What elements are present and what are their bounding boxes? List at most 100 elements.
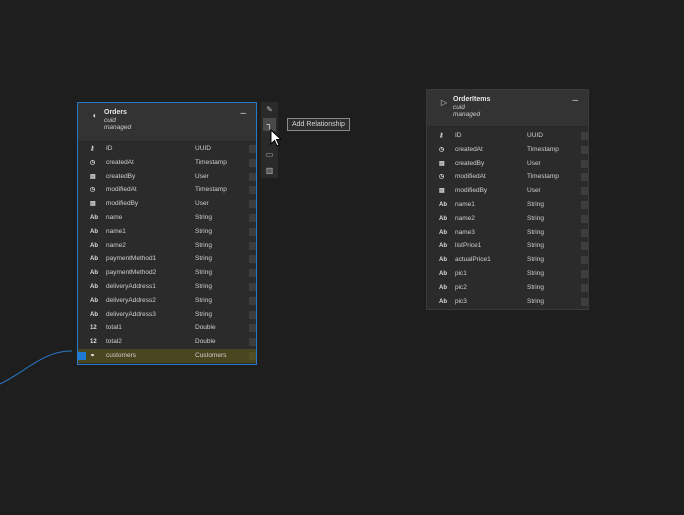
property-type: String: [527, 214, 544, 222]
connection-handle[interactable]: [249, 338, 256, 347]
user-icon: ▤: [439, 188, 445, 195]
property-type: Timestamp: [195, 186, 227, 194]
property-name: modifiedAt: [106, 186, 137, 194]
property-type: String: [527, 283, 544, 291]
property-row-id[interactable]: ⚷ ID UUID: [427, 129, 588, 143]
property-row-paymentmethod2[interactable]: Ab paymentMethod2 String: [78, 266, 256, 280]
connection-handle[interactable]: [581, 228, 588, 237]
connection-handle[interactable]: [249, 324, 256, 333]
connection-handle[interactable]: [249, 227, 256, 236]
connection-handle[interactable]: [581, 132, 588, 140]
property-row-name1[interactable]: Ab name1 String: [78, 225, 256, 239]
property-name: modifiedBy: [455, 187, 488, 195]
orders-entity-header[interactable]: ◐ Orders cuid managed –: [78, 103, 256, 142]
connection-handle[interactable]: [249, 172, 256, 181]
property-row-modifiedat[interactable]: ◷ modifiedAt Timestamp: [427, 170, 588, 184]
property-row-pic3[interactable]: Ab pic3 String: [427, 295, 588, 309]
connection-handle[interactable]: [581, 214, 588, 223]
property-type: User: [195, 172, 209, 180]
connection-handle[interactable]: [249, 269, 256, 278]
string-icon: Ab: [439, 215, 447, 222]
link-icon: ⚭: [90, 353, 96, 359]
property-row-listprice1[interactable]: Ab listPrice1 String: [427, 239, 588, 253]
property-row-createdby[interactable]: ▤ createdBy User: [427, 157, 588, 171]
connection-handle[interactable]: [249, 352, 256, 360]
string-icon: Ab: [90, 256, 98, 263]
connection-handle[interactable]: [249, 186, 256, 195]
connection-handle[interactable]: [249, 283, 256, 291]
edit-icon[interactable]: ✎: [263, 103, 276, 116]
property-row-modifiedby[interactable]: ▤ modifiedBy User: [78, 197, 256, 211]
property-type: String: [527, 242, 544, 250]
property-name: ID: [455, 132, 462, 139]
property-row-modifiedby[interactable]: ▤ modifiedBy User: [427, 184, 588, 198]
connection-handle[interactable]: [581, 187, 588, 196]
property-row-pic2[interactable]: Ab pic2 String: [427, 281, 588, 295]
connection-handle[interactable]: [581, 297, 588, 306]
property-name: actualPrice1: [455, 256, 491, 264]
connection-handle[interactable]: [581, 270, 588, 278]
property-row-total2[interactable]: 12 total2 Double: [78, 335, 256, 349]
property-row-pic1[interactable]: Ab pic1 String: [427, 267, 588, 281]
camera-icon[interactable]: ▭: [263, 148, 276, 161]
orders-entity[interactable]: ◐ Orders cuid managed – ⚷ ID UUID ◷ createdA…: [77, 102, 257, 365]
connection-handle[interactable]: [249, 255, 256, 264]
property-row-total1[interactable]: 12 total1 Double: [78, 321, 256, 335]
connection-handle[interactable]: [581, 256, 588, 265]
connection-handle[interactable]: [249, 310, 256, 319]
minimize-icon[interactable]: –: [572, 95, 578, 106]
property-row-createdby[interactable]: ▤ createdBy User: [78, 170, 256, 184]
orderitems-entity[interactable]: ▷ OrderItems cuid managed – ⚷ ID UUID ◷ crea…: [426, 89, 589, 310]
property-name: createdAt: [455, 145, 483, 153]
connection-handle[interactable]: [249, 214, 256, 222]
property-type: String: [527, 297, 544, 305]
delete-icon[interactable]: ▥: [263, 164, 276, 177]
property-name: pic3: [455, 297, 467, 305]
connection-handle[interactable]: [249, 241, 256, 250]
entity-title: OrderItems: [453, 96, 491, 103]
orderitems-entity-header[interactable]: ▷ OrderItems cuid managed –: [427, 90, 588, 127]
connection-handle[interactable]: [249, 296, 256, 305]
property-row-createdat[interactable]: ◷ createdAt Timestamp: [78, 156, 256, 170]
property-row-createdat[interactable]: ◷ createdAt Timestamp: [427, 143, 588, 157]
property-type: UUID: [527, 132, 543, 139]
connection-handle[interactable]: [581, 283, 588, 292]
property-row-name3[interactable]: Ab name3 String: [427, 226, 588, 240]
property-name: createdAt: [106, 158, 134, 166]
property-row-paymentmethod1[interactable]: Ab paymentMethod1 String: [78, 252, 256, 266]
minimize-icon[interactable]: –: [240, 108, 246, 119]
property-type: String: [195, 241, 212, 249]
connection-handle[interactable]: [581, 145, 588, 154]
connection-handle[interactable]: [581, 242, 588, 251]
property-name: name: [106, 214, 123, 221]
connection-handle[interactable]: [581, 159, 588, 168]
connection-handle[interactable]: [581, 201, 588, 209]
property-row-actualprice1[interactable]: Ab actualPrice1 String: [427, 253, 588, 267]
property-row-name2[interactable]: Ab name2 String: [427, 212, 588, 226]
property-row-deliveryaddress2[interactable]: Ab deliveryAddress2 String: [78, 294, 256, 308]
key-icon: ⚷: [439, 133, 444, 139]
property-type: Double: [195, 324, 216, 332]
property-name: createdBy: [455, 159, 485, 167]
property-row-name1[interactable]: Ab name1 String: [427, 198, 588, 212]
property-row-name2[interactable]: Ab name2 String: [78, 239, 256, 253]
property-row-deliveryaddress1[interactable]: Ab deliveryAddress1 String: [78, 280, 256, 294]
add-relationship-tooltip: Add Relationship: [287, 118, 350, 131]
number-icon: 12: [90, 339, 97, 346]
property-type: User: [195, 200, 209, 208]
string-icon: Ab: [90, 242, 98, 249]
connection-handle[interactable]: [249, 145, 256, 153]
property-type: String: [527, 270, 544, 277]
property-row-deliveryaddress3[interactable]: Ab deliveryAddress3 String: [78, 308, 256, 322]
user-icon: ▤: [439, 160, 445, 167]
property-type: Timestamp: [195, 158, 227, 166]
entity-aspect-cuid: cuid: [104, 117, 116, 124]
property-row-id[interactable]: ⚷ ID UUID: [78, 142, 256, 156]
connection-handle[interactable]: [249, 158, 256, 167]
property-row-customers[interactable]: ⚭ customers Customers: [78, 349, 256, 363]
property-row-modifiedat[interactable]: ◷ modifiedAt Timestamp: [78, 183, 256, 197]
property-name: name1: [455, 201, 475, 208]
connection-handle[interactable]: [581, 173, 588, 182]
property-row-name[interactable]: Ab name String: [78, 211, 256, 225]
connection-handle[interactable]: [249, 200, 256, 209]
